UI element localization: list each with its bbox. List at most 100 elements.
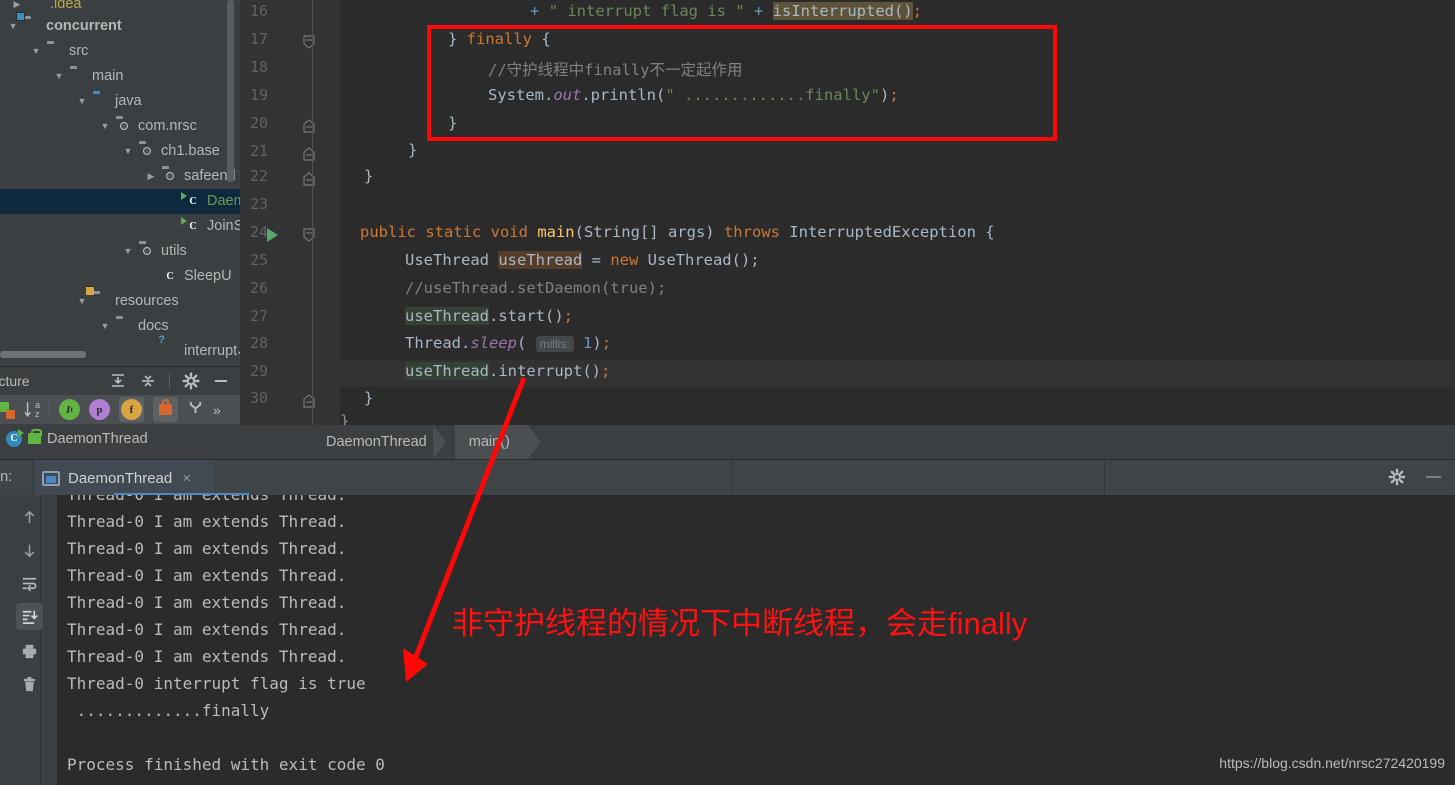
tree-item-ch1-base[interactable]: ▼ ch1.base <box>0 139 240 164</box>
breadcrumb-label: DaemonThread <box>326 434 427 450</box>
chevron-down-icon[interactable]: ▼ <box>29 39 43 64</box>
folder-icon <box>116 319 132 334</box>
console-line: Process finished with exit code 0 <box>67 755 385 774</box>
minimize-icon[interactable]: — <box>1426 468 1441 485</box>
tree-item-label: com.nrsc <box>138 118 197 134</box>
group-methods-icon[interactable] <box>187 399 204 421</box>
expand-all-icon[interactable] <box>109 372 127 390</box>
run-tab-daemonthread[interactable]: DaemonThread × <box>34 460 249 496</box>
tree-item-concurrent[interactable]: ▼ concurrent <box>0 14 240 39</box>
chevron-right-icon[interactable] <box>144 264 158 289</box>
project-tree-panel[interactable]: ▶ .idea ▼ concurrent ▼ src ▼ main ▼ java ▼ com.nrsc… <box>0 0 240 366</box>
run-method-icon[interactable] <box>267 228 278 242</box>
chevron-right-icon[interactable]: ▶ <box>144 164 158 189</box>
tree-item-resources[interactable]: ▼ resources <box>0 289 240 314</box>
tree-item-label: SleepU <box>184 268 232 284</box>
tree-item-safeend[interactable]: ▶ safeend <box>0 164 240 189</box>
tree-item-label: java <box>115 93 142 109</box>
code-line-30: } <box>364 389 374 407</box>
run-tool-window-header: un: DaemonThread × — <box>0 459 1455 496</box>
tree-item-java[interactable]: ▼ java <box>0 89 240 114</box>
header-divider <box>33 460 34 496</box>
gear-icon[interactable] <box>182 372 200 390</box>
editor-gutter[interactable]: 16 17 18 19 20 21 22 23 24 25 26 27 28 29 30 <box>240 0 340 425</box>
chevron-down-icon[interactable]: ▼ <box>98 314 112 339</box>
tree-item-src[interactable]: ▼ src <box>0 39 240 64</box>
toolbar-divider <box>169 373 170 389</box>
code-line-16: + " interrupt flag is " + isInterrupted(… <box>530 2 923 20</box>
folder-package-icon <box>162 169 178 184</box>
line-number-16: 16 <box>249 2 268 20</box>
folder-icon <box>47 44 63 59</box>
structure-item-daemonthread[interactable]: DaemonThread <box>0 424 240 453</box>
show-properties-icon[interactable]: p <box>89 399 111 420</box>
close-icon[interactable]: × <box>182 470 191 487</box>
console-icon <box>42 470 60 486</box>
chevron-down-icon[interactable]: ▼ <box>75 89 89 114</box>
tree-item-sleepu[interactable]: SleepU <box>0 264 240 289</box>
more-actions-icon[interactable]: » <box>213 402 221 418</box>
scroll-to-end-icon[interactable] <box>16 603 43 630</box>
structure-panel-title: ructure <box>0 373 30 389</box>
up-arrow-icon[interactable] <box>16 504 43 531</box>
fold-region-end-icon[interactable] <box>302 228 317 243</box>
chevron-right-icon[interactable] <box>167 214 181 239</box>
console-line: Thread-0 I am extends Thread. <box>67 566 347 585</box>
code-line-21: } <box>408 141 418 159</box>
soft-wrap-icon[interactable] <box>16 570 43 597</box>
fold-region-start-icon[interactable] <box>302 172 317 187</box>
chevron-right-icon[interactable] <box>167 189 181 214</box>
fold-region-start-icon[interactable] <box>302 147 317 162</box>
console-line: Thread-0 I am extends Thread. <box>67 539 347 558</box>
ide-window: ▶ .idea ▼ concurrent ▼ src ▼ main ▼ java ▼ com.nrsc… <box>0 0 1455 785</box>
folder-module-icon <box>24 19 40 34</box>
structure-panel-header: ructure <box>0 366 240 395</box>
line-number-26: 26 <box>249 279 268 297</box>
breadcrumb[interactable]: DaemonThread main() <box>240 425 1455 459</box>
gear-icon[interactable] <box>1388 468 1406 491</box>
clear-all-icon[interactable] <box>16 671 43 698</box>
show-inherited-icon[interactable]: It <box>59 399 81 420</box>
down-arrow-icon[interactable] <box>16 537 43 564</box>
header-divider <box>1104 460 1105 496</box>
code-line-25: UseThread useThread = new UseThread(); <box>405 251 760 269</box>
console-toolbar[interactable] <box>0 495 57 785</box>
breadcrumb-label: main() <box>468 434 510 450</box>
fold-region-start-icon[interactable] <box>302 394 317 409</box>
breadcrumb-item-class[interactable]: DaemonThread <box>312 425 446 459</box>
project-tree-horizontal-scrollbar[interactable] <box>0 351 86 358</box>
breadcrumb-item-method[interactable]: main() <box>454 425 541 459</box>
chevron-down-icon[interactable]: ▼ <box>98 114 112 139</box>
tree-item-com-nrsc[interactable]: ▼ com.nrsc <box>0 114 240 139</box>
tree-item-main[interactable]: ▼ main <box>0 64 240 89</box>
console-line: Thread-0 interrupt flag is true <box>67 674 366 693</box>
chevron-down-icon[interactable]: ▼ <box>121 139 135 164</box>
fold-region-start-icon[interactable] <box>302 119 317 134</box>
sort-alphabetically-icon[interactable]: az <box>23 400 40 419</box>
tree-item-label: concurrent <box>46 18 122 34</box>
tree-item-joinstu[interactable]: JoinStu <box>0 214 240 239</box>
tree-item-utils[interactable]: ▼ utils <box>0 239 240 264</box>
collapse-all-icon[interactable] <box>139 372 157 390</box>
code-line-17: } finally { <box>448 30 551 48</box>
chevron-right-icon[interactable] <box>144 339 158 364</box>
structure-filter-toolbar[interactable]: az It p f » <box>0 395 240 424</box>
line-number-28: 28 <box>249 334 268 352</box>
chevron-down-icon[interactable]: ▼ <box>121 239 135 264</box>
sort-by-visibility-icon[interactable] <box>0 401 15 419</box>
tree-item-daemo[interactable]: Daemo <box>0 189 240 214</box>
code-editor[interactable]: 16 17 18 19 20 21 22 23 24 25 26 27 28 29 30 + " inter… <box>240 0 1455 430</box>
run-tab-label: DaemonThread <box>68 469 173 487</box>
show-fields-toggle[interactable]: f <box>119 397 145 422</box>
console-line: Thread-0 I am extends Thread. <box>67 512 347 531</box>
fold-region-end-icon[interactable] <box>302 35 317 50</box>
line-number-21: 21 <box>249 142 268 160</box>
line-number-18: 18 <box>249 58 268 76</box>
print-icon[interactable] <box>16 638 43 665</box>
chevron-down-icon[interactable]: ▼ <box>52 64 66 89</box>
code-text-area[interactable]: + " interrupt flag is " + isInterrupted(… <box>340 0 1455 430</box>
folder-package-icon <box>139 244 155 259</box>
fold-guide-line <box>312 0 313 425</box>
show-non-public-toggle[interactable] <box>153 397 179 422</box>
tree-item-docs[interactable]: ▼ docs <box>0 314 240 339</box>
